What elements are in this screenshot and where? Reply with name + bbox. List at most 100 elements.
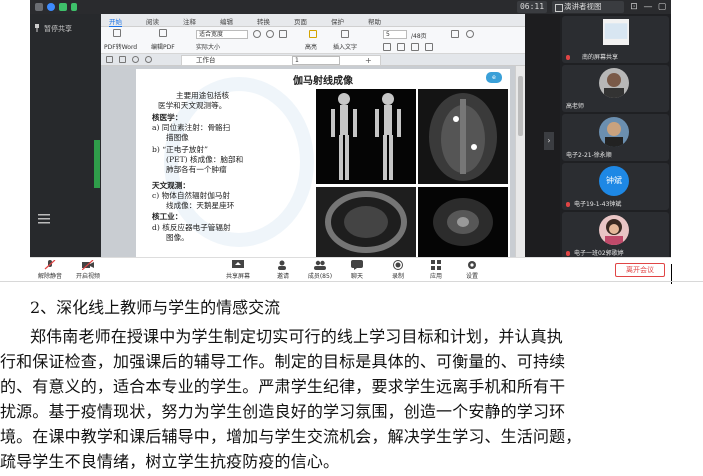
prev-page-icon[interactable] <box>383 43 391 51</box>
mute-label: 解除静音 <box>37 273 62 280</box>
section-heading: 2、深化线上教师与学生的情感交流 <box>30 298 281 317</box>
save-icon[interactable] <box>119 56 126 63</box>
fit-width-select[interactable]: 适合宽度 <box>196 30 248 39</box>
section-divider <box>0 281 703 282</box>
edit-pdf-icon[interactable] <box>159 29 167 37</box>
document-tab[interactable]: 工作台 1 + <box>181 55 381 66</box>
collapse-panel-button[interactable]: › <box>544 132 554 150</box>
print-icon[interactable] <box>451 30 459 38</box>
next-page-icon[interactable] <box>397 43 405 51</box>
ribbon-tab-bar: 开始 阅读 注释 编辑 转换 页面 保护 帮助 <box>101 14 525 27</box>
invite-button[interactable]: 邀请 <box>265 260 301 280</box>
speaker-view-button[interactable]: 演讲者视图 <box>552 1 624 13</box>
gear-icon <box>468 261 476 269</box>
search-icon[interactable] <box>466 30 474 38</box>
document-tab-bar: 工作台 1 + <box>101 54 525 66</box>
maximize-icon[interactable]: ▢ <box>656 1 668 13</box>
pdf-to-word-icon[interactable] <box>113 29 121 37</box>
signal-icon <box>71 3 77 11</box>
paragraph-line: 疏导学生不良情绪，树立学生抗疫防疫的信心。 <box>0 452 340 471</box>
meeting-clock: 06:11 <box>517 1 547 13</box>
vertical-scrollbar[interactable] <box>515 66 525 257</box>
left-control-strip: 暂停共享 <box>30 14 101 257</box>
last-page-icon[interactable] <box>425 43 433 51</box>
participant-tile[interactable]: 高老师 <box>562 65 669 112</box>
invite-label: 邀请 <box>276 273 289 280</box>
slide-line: 图像。 <box>166 233 189 242</box>
info-icon[interactable] <box>47 3 55 11</box>
participant-tile[interactable]: 钟斌 电子19-1-43钟斌 <box>562 163 669 210</box>
first-page-icon[interactable] <box>411 43 419 51</box>
slide-line: 核工业： <box>152 212 183 221</box>
slide-line: 线成像：天鹅星座环 <box>166 201 235 210</box>
record-button[interactable]: 录制 <box>380 260 416 280</box>
shared-pdf-window: 开始 阅读 注释 编辑 转换 页面 保护 帮助 PDF转Word 编辑PDF 适… <box>101 14 525 257</box>
slide-line: 核医学： <box>152 113 183 122</box>
collapse-ribbon-icon[interactable] <box>506 30 514 38</box>
participant-tile[interactable]: 电子2-21-徐永顺 <box>562 114 669 161</box>
redo-icon[interactable] <box>145 56 152 63</box>
chat-icon <box>351 260 363 270</box>
home-icon[interactable] <box>106 56 113 63</box>
tab-page[interactable]: 页面 <box>294 16 307 26</box>
minimize-icon[interactable]: — <box>642 1 654 13</box>
actual-size-button[interactable]: 实际大小 <box>196 42 220 51</box>
meeting-top-bar: 06:11 演讲者视图 ⊡ — ▢ <box>30 0 671 14</box>
slide-line: d) 核反应器电子管辐射 <box>152 223 231 232</box>
slide-logo: e <box>486 72 502 83</box>
ribbon-toolbar: PDF转Word 编辑PDF 适合宽度 实际大小 高亮 插入文字 5 /48页 <box>101 27 525 54</box>
participant-name: 南的屏幕共享 <box>582 54 619 61</box>
menu-icon[interactable] <box>38 214 50 224</box>
scrollbar-thumb[interactable] <box>518 76 523 136</box>
participant-tile[interactable]: 电子一班02郭歌婷 <box>562 212 669 259</box>
camera-off-icon <box>82 260 94 270</box>
participant-name: 高老师 <box>566 103 585 110</box>
zoom-in-icon[interactable] <box>253 30 261 38</box>
share-screen-icon <box>232 260 244 268</box>
members-button[interactable]: 成员(85) <box>302 260 338 280</box>
tab-convert[interactable]: 转换 <box>257 16 270 26</box>
new-tab-icon[interactable]: + <box>365 56 372 65</box>
slide-page: 伽马射线成像 e 主要用途包括核 医学和天文观测等。 核医学： a) 同位素注射… <box>136 69 510 257</box>
rotate-icon[interactable] <box>279 30 287 38</box>
edit-pdf-button[interactable]: 编辑PDF <box>151 42 175 51</box>
zoom-out-icon[interactable] <box>266 30 274 38</box>
settings-label: 设置 <box>465 273 478 280</box>
shield-icon <box>59 3 67 11</box>
tab-read[interactable]: 阅读 <box>146 16 159 26</box>
pin-icon[interactable]: ⊡ <box>628 1 640 13</box>
tab-annotate[interactable]: 注释 <box>183 16 196 26</box>
members-icon <box>314 260 326 270</box>
insert-text-button[interactable]: 插入文字 <box>333 42 357 51</box>
mute-button[interactable]: 解除静音 <box>32 260 68 280</box>
share-screen-button[interactable]: 共享屏幕 <box>220 260 256 280</box>
tab-home[interactable]: 开始 <box>109 16 122 27</box>
pdf-to-word-button[interactable]: PDF转Word <box>104 42 137 51</box>
tab-help[interactable]: 帮助 <box>368 16 381 26</box>
mic-icon <box>566 202 570 207</box>
settings-button[interactable]: 设置 <box>454 260 490 280</box>
chat-button[interactable]: 聊天 <box>339 260 375 280</box>
participant-tile[interactable]: 南的屏幕共享 <box>562 16 669 63</box>
tab-edit[interactable]: 编辑 <box>220 16 233 26</box>
bone-scan-image <box>316 89 416 184</box>
insert-text-icon[interactable] <box>341 30 349 38</box>
video-button[interactable]: 开启视频 <box>70 260 106 280</box>
leave-meeting-button[interactable]: 离开会议 <box>615 263 665 277</box>
apps-button[interactable]: 应用 <box>418 260 454 280</box>
tab-protect[interactable]: 保护 <box>331 16 344 26</box>
minimize-window-icon[interactable] <box>35 3 43 11</box>
avatar: 钟斌 <box>599 166 629 196</box>
highlight-button[interactable]: 高亮 <box>305 42 317 51</box>
stop-share-label[interactable]: 暂停共享 <box>44 24 72 34</box>
meeting-screenshot: 06:11 演讲者视图 ⊡ — ▢ 暂停共享 开始 阅读 注释 编辑 转换 页面… <box>30 0 671 281</box>
page-total: /48页 <box>411 33 427 40</box>
share-screen-label: 共享屏幕 <box>225 273 250 280</box>
undo-icon[interactable] <box>132 56 139 63</box>
page-number-input[interactable]: 5 <box>383 30 407 39</box>
document-page-box[interactable]: 1 <box>292 56 340 65</box>
highlight-icon[interactable] <box>309 30 317 38</box>
slide-line: 描图像 <box>166 133 189 142</box>
slide-line: 医学和天文观测等。 <box>158 101 227 110</box>
members-label: 成员(85) <box>307 273 333 280</box>
